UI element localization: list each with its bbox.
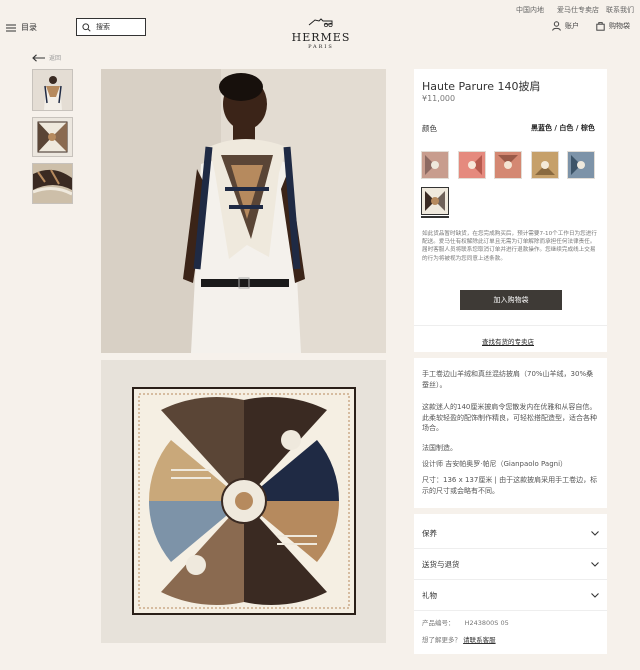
- description-origin: 法国制造。: [422, 444, 457, 452]
- hamburger-icon: [6, 24, 16, 31]
- description-story: 这款迷人的140厘米披肩令您散发内在优雅和从容自信。此柔软轻盈的配饰制作精良，可…: [422, 403, 597, 432]
- thumbnail-model-image: [33, 70, 72, 110]
- search-icon: [82, 22, 91, 32]
- thumbnail-detail[interactable]: [32, 163, 73, 204]
- accordion-gift[interactable]: 礼物: [414, 581, 607, 611]
- search-placeholder: 搜索: [96, 23, 110, 31]
- description-size: 尺寸：136 x 137厘米 | 由于这款披肩采用手工卷边，标示的尺寸或会略有不…: [422, 476, 598, 495]
- user-icon: [552, 21, 561, 31]
- color-swatch-2[interactable]: [458, 151, 486, 179]
- menu-button[interactable]: 目录: [6, 22, 37, 33]
- logo-city: PARIS: [308, 44, 334, 50]
- contact-link[interactable]: 请联系客服: [463, 636, 496, 644]
- color-swatch-6-selected[interactable]: [421, 187, 449, 215]
- thumbnail-detail-image: [33, 164, 72, 203]
- search-input[interactable]: 搜索: [76, 18, 146, 36]
- carriage-logo-icon: [308, 18, 333, 28]
- top-link-stores[interactable]: 爱马仕专卖店: [557, 5, 599, 15]
- account-label: 账户: [565, 22, 579, 30]
- cart-button[interactable]: 购物袋: [596, 21, 630, 31]
- chevron-down-icon: [591, 562, 599, 567]
- more-question: 想了解更多？: [422, 636, 461, 644]
- chevron-down-icon: [591, 531, 599, 536]
- swatch-4-image: [532, 152, 558, 178]
- color-swatch-1[interactable]: [421, 151, 449, 179]
- stock-notice: 如此货品暂时缺货，在您完成购买后，预计需要7-10个工作日为您进行配送。爱马仕有…: [422, 231, 597, 262]
- arrow-left-icon: [32, 53, 45, 62]
- menu-label: 目录: [21, 23, 37, 32]
- product-photo-model: [101, 69, 386, 353]
- logo-name: HERMES: [291, 31, 351, 44]
- brand-logo[interactable]: HERMES PARIS: [290, 12, 352, 50]
- product-photo-scarf: [101, 360, 386, 643]
- shopping-bag-icon: [596, 22, 605, 31]
- back-label: 返回: [49, 55, 62, 62]
- product-code-value: H243800S 05: [464, 619, 509, 627]
- thumbnail-scarf[interactable]: [32, 117, 73, 157]
- color-swatch-3[interactable]: [494, 151, 522, 179]
- description-material: 手工卷边山羊绒和真丝混纺披肩（70%山羊绒，30%桑蚕丝）。: [422, 370, 594, 389]
- accordion-gift-label: 礼物: [422, 591, 437, 600]
- color-swatch-4[interactable]: [531, 151, 559, 179]
- add-to-bag-button[interactable]: 加入购物袋: [460, 290, 562, 310]
- color-swatch-5[interactable]: [567, 151, 595, 179]
- product-title: Haute Parure 140披肩: [422, 80, 541, 93]
- swatch-6-image: [422, 188, 448, 214]
- contact-line: 想了解更多？ 请联系客服: [422, 634, 496, 644]
- color-label: 颜色: [422, 124, 437, 133]
- swatch-5-image: [568, 152, 594, 178]
- accordion-shipping[interactable]: 送货与退货: [414, 550, 607, 580]
- account-button[interactable]: 账户: [552, 21, 579, 31]
- top-link-region[interactable]: 中国内地: [516, 5, 544, 15]
- accordion-care-label: 保养: [422, 529, 437, 538]
- thumbnail-scarf-image: [33, 118, 72, 156]
- product-price: ¥11,000: [422, 94, 456, 103]
- swatch-1-image: [422, 152, 448, 178]
- color-value: 黑蓝色 / 白色 / 棕色: [531, 124, 595, 132]
- chevron-down-icon: [591, 593, 599, 598]
- cart-label: 购物袋: [609, 22, 630, 30]
- divider: [414, 325, 607, 326]
- product-code-label: 产品编号：: [422, 619, 455, 627]
- thumbnail-model[interactable]: [32, 69, 73, 111]
- accordion-care[interactable]: 保养: [414, 519, 607, 549]
- description-designer: 设计师 吉安帕奥罗·帕尼（Gianpaolo Pagni）: [422, 460, 568, 468]
- selected-swatch-indicator: [421, 216, 449, 218]
- swatch-2-image: [459, 152, 485, 178]
- product-code: 产品编号： H243800S 05: [422, 617, 509, 627]
- find-store-link[interactable]: 查找有货的专卖店: [482, 336, 534, 346]
- swatch-3-image: [495, 152, 521, 178]
- accordion-shipping-label: 送货与退货: [422, 560, 460, 569]
- back-link[interactable]: 返回: [32, 53, 61, 62]
- top-link-contact[interactable]: 联系我们: [606, 5, 634, 15]
